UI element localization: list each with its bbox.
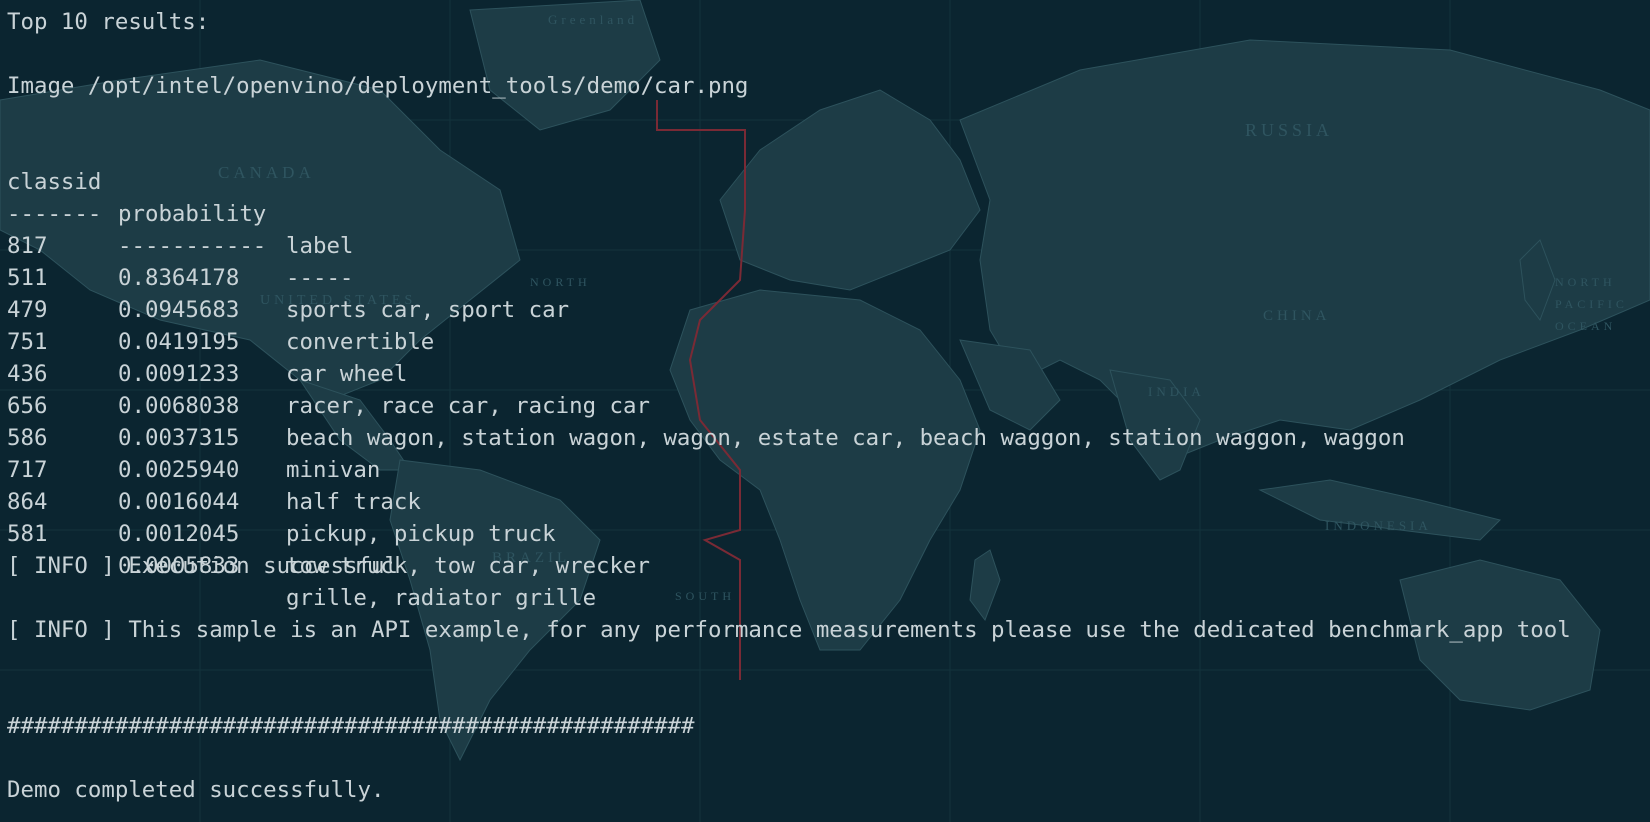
separator-label: -----: [286, 265, 354, 291]
result-probability: 0.0091233: [118, 361, 240, 387]
result-label: car wheel: [286, 361, 408, 387]
result-label: sports car, sport car: [286, 297, 570, 323]
result-label: racer, race car, racing car: [286, 393, 650, 419]
result-probability: 0.0419195: [118, 329, 240, 355]
column-headers: classid probability label: [0, 134, 353, 259]
result-probability: 0.0016044: [118, 489, 240, 515]
result-probability: 0.0068038: [118, 393, 240, 419]
header-probability: probability: [118, 201, 267, 227]
column-separators: ------- ----------- -----: [0, 166, 353, 291]
result-classid: 581: [7, 521, 48, 547]
result-label: convertible: [286, 329, 435, 355]
result-row: 864 0.0012045 tow truck, tow car, wrecke…: [0, 454, 650, 579]
result-row: 586 0.0025940 half track: [0, 390, 421, 515]
result-row: 436 0.0068038 beach wagon, station wagon…: [0, 326, 1405, 451]
result-label: pickup, pickup truck: [286, 521, 556, 547]
separator-probability: -----------: [118, 233, 267, 259]
demo-completed-message: Demo completed successfully.: [7, 777, 385, 803]
hash-separator-line: ########################################…: [7, 713, 695, 739]
results-heading: Top 10 results:: [7, 9, 210, 35]
image-path-line: Image /opt/intel/openvino/deployment_too…: [7, 73, 749, 99]
result-row: 817 0.8364178 sports car, sport car: [0, 198, 569, 323]
result-probability: 0.0012045: [118, 521, 240, 547]
result-probability: 0.0025940: [118, 457, 240, 483]
result-probability: 0.0037315: [118, 425, 240, 451]
result-label: beach wagon, station wagon, wagon, estat…: [286, 425, 1405, 451]
result-probability: 0.0945683: [118, 297, 240, 323]
header-label: label: [286, 233, 354, 259]
info-api-example-note: [ INFO ] This sample is an API example, …: [7, 617, 1571, 643]
result-row: 656 0.0037315 minivan: [0, 358, 380, 483]
result-row: 479 0.0419195 car wheel: [0, 262, 407, 387]
result-label: half track: [286, 489, 421, 515]
terminal-output: Top 10 results: Image /opt/intel/openvin…: [0, 0, 1650, 822]
info-execution-successful: [ INFO ] Execution successful: [7, 553, 398, 579]
result-row: 751 0.0091233 racer, race car, racing ca…: [0, 294, 650, 419]
result-row: 511 0.0945683 convertible: [0, 230, 434, 355]
result-probability: 0.8364178: [118, 265, 240, 291]
result-row: 717 0.0016044 pickup, pickup truck: [0, 422, 556, 547]
result-row: 581 0.0005833 grille, radiator grille: [0, 486, 596, 611]
result-label: minivan: [286, 457, 381, 483]
result-label: grille, radiator grille: [286, 585, 597, 611]
